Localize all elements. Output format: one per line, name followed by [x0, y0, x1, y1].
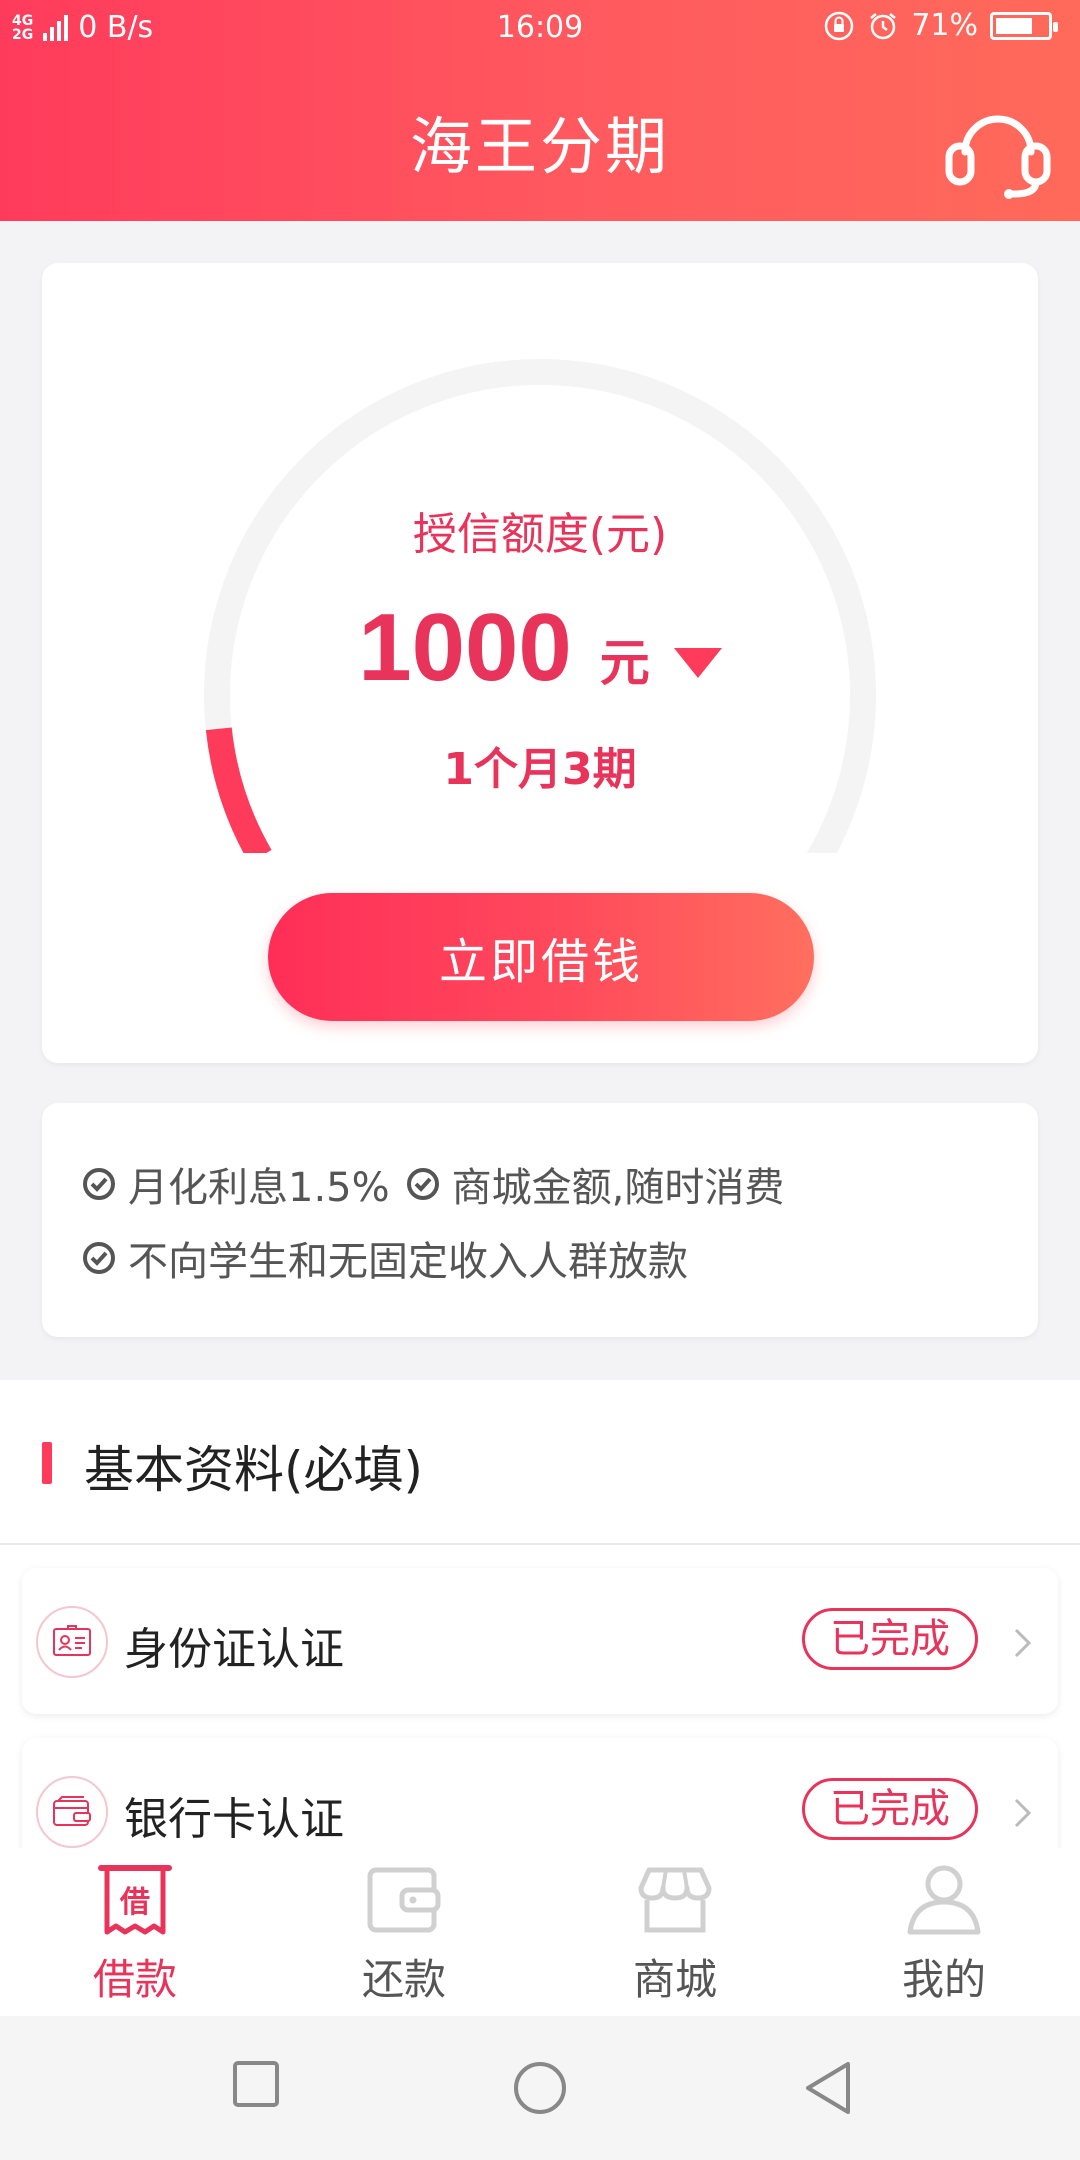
- feature-mall: 商城金额,随时消费: [451, 1165, 785, 1211]
- home-icon[interactable]: [512, 2060, 568, 2116]
- feature-policy: 不向学生和无固定收入人群放款: [128, 1239, 688, 1285]
- battery-percent: 71%: [911, 8, 978, 43]
- borrow-now-button[interactable]: 立即借钱: [268, 893, 814, 1021]
- tab-borrow[interactable]: 借 借款: [35, 1862, 235, 2012]
- bottom-tab-bar: 借 借款 还款 商城 我的: [0, 1848, 1080, 2016]
- tab-repay[interactable]: 还款: [304, 1862, 504, 2012]
- feature-line-1: 月化利息1.5% 商城金额,随时消费: [82, 1155, 784, 1213]
- rotation-lock-icon: [825, 11, 854, 40]
- status-badge: 已完成: [802, 1608, 978, 1670]
- section-accent-bar: [42, 1442, 52, 1484]
- check-circle-icon: [83, 1242, 115, 1274]
- battery-fill: [996, 17, 1032, 34]
- chevron-right-icon: [1014, 1628, 1032, 1658]
- check-circle-icon: [83, 1168, 115, 1200]
- check-circle-icon: [406, 1168, 439, 1200]
- store-icon: [638, 1867, 712, 1933]
- wallet-icon: [367, 1867, 441, 1933]
- app-root: 4G 2G 0 B/s 16:09 71% 海王分期 授信额度(元) 1000 …: [0, 0, 1080, 2160]
- tab-label: 商城: [632, 1955, 717, 2004]
- amount-selector[interactable]: 1000 元: [42, 593, 1038, 703]
- tab-label: 还款: [361, 1955, 446, 2004]
- header: 4G 2G 0 B/s 16:09 71% 海王分期: [0, 0, 1080, 221]
- headset-icon[interactable]: [943, 100, 1053, 200]
- tab-label: 我的: [901, 1955, 986, 2004]
- triangle-down-icon[interactable]: [673, 648, 722, 680]
- svg-text:借: 借: [119, 1885, 150, 1920]
- status-badge: 已完成: [802, 1778, 978, 1840]
- id-card-icon: [36, 1606, 108, 1678]
- tab-mall[interactable]: 商城: [575, 1862, 775, 2012]
- section-header: 基本资料(必填): [0, 1380, 1080, 1545]
- system-nav-bar: [0, 2016, 1080, 2160]
- feature-interest: 月化利息1.5%: [128, 1165, 390, 1211]
- bank-card-icon: [36, 1776, 108, 1848]
- status-bar: 4G 2G 0 B/s 16:09 71%: [0, 0, 1080, 58]
- user-icon: [907, 1865, 981, 1935]
- section-title: 基本资料(必填): [84, 1441, 424, 1499]
- borrow-tab-icon: 借: [98, 1865, 172, 1935]
- loan-term[interactable]: 1个月3期: [42, 733, 1038, 797]
- status-right: 71%: [823, 8, 1058, 43]
- credit-label: 授信额度(元): [412, 509, 668, 560]
- chevron-right-icon: [1014, 1798, 1032, 1828]
- amount-unit: 元: [599, 634, 650, 692]
- battery-icon: [990, 11, 1058, 40]
- item-label: 银行卡认证: [124, 1794, 344, 1845]
- basic-info-section: 基本资料(必填) 身份证认证 已完成 银行卡认证 已完成: [0, 1380, 1080, 1884]
- alarm-icon: [870, 12, 897, 39]
- recents-icon[interactable]: [232, 2060, 280, 2108]
- id-card-verification-row[interactable]: 身份证认证 已完成: [22, 1568, 1058, 1714]
- features-card: 月化利息1.5% 商城金额,随时消费 不向学生和无固定收入人群放款: [42, 1103, 1038, 1337]
- credit-amount: 1000: [358, 594, 572, 701]
- item-label: 身份证认证: [124, 1624, 344, 1675]
- back-icon[interactable]: [804, 2060, 852, 2116]
- page-title: 海王分期: [409, 110, 670, 183]
- feature-line-2: 不向学生和无固定收入人群放款: [82, 1229, 688, 1287]
- tab-label: 借款: [92, 1955, 177, 2004]
- credit-card: 授信额度(元) 1000 元 1个月3期 立即借钱: [42, 263, 1038, 1063]
- tab-mine[interactable]: 我的: [844, 1862, 1044, 2012]
